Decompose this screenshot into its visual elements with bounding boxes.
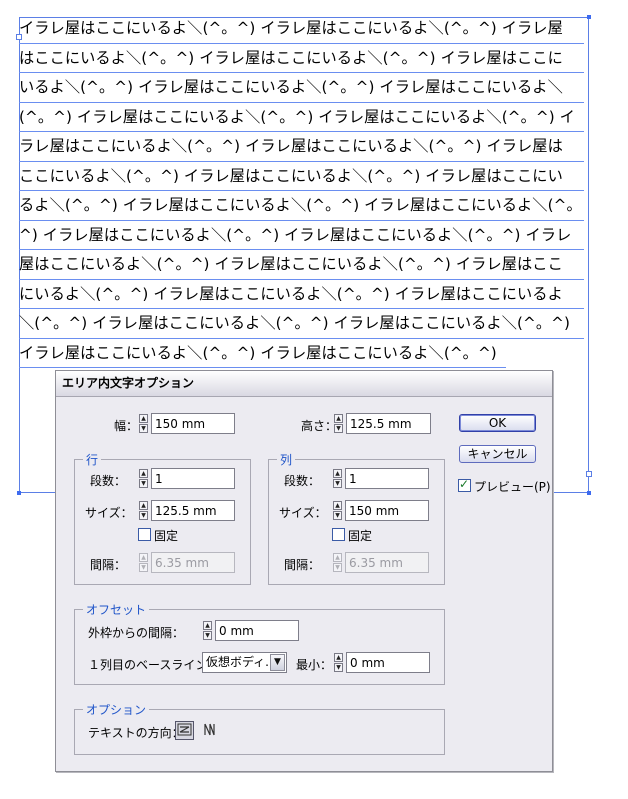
text-line: イラレ屋はここにいるよ＼(^。^) イラレ屋はここにいるよ＼(^。^) イラレ屋: [19, 14, 584, 44]
rows-gutter-label: 間隔：: [90, 558, 127, 572]
columns-gutter-input: [345, 552, 429, 573]
columns-count-stepper[interactable]: ▲ ▼: [333, 468, 429, 489]
rows-group-title: 行: [83, 451, 102, 468]
stepper-arrows[interactable]: ▲ ▼: [334, 653, 344, 672]
text-line: ラレ屋はここにいるよ＼(^。^) イラレ屋はここにいるよ＼(^。^) イラレ屋は: [19, 132, 584, 162]
width-input[interactable]: [151, 413, 235, 434]
columns-size-input[interactable]: [345, 500, 429, 521]
rows-count-label: 段数：: [90, 474, 127, 488]
text-direction-label: テキストの方向：: [88, 726, 184, 740]
columns-direction-icon[interactable]: [200, 721, 219, 740]
inset-spacing-input[interactable]: [215, 620, 299, 641]
columns-gutter-stepper: ▲ ▼: [333, 552, 429, 573]
columns-fixed-checkbox[interactable]: [332, 528, 345, 541]
frame-handle-bottom-left[interactable]: [17, 491, 21, 495]
stepper-arrows: ▲ ▼: [333, 553, 343, 572]
rows-size-stepper[interactable]: ▲ ▼: [139, 500, 235, 521]
columns-size-label: サイズ：: [279, 506, 327, 520]
rows-count-input[interactable]: [151, 468, 235, 489]
rows-direction-icon[interactable]: [175, 721, 194, 740]
stepper-arrows[interactable]: ▲ ▼: [203, 621, 213, 640]
width-stepper[interactable]: ▲ ▼: [139, 413, 235, 434]
inset-spacing-label: 外枠からの間隔：: [88, 626, 185, 640]
frame-handle-bottom-right[interactable]: [587, 491, 591, 495]
ok-button[interactable]: OK: [459, 414, 536, 432]
text-line: ^) イラレ屋はここにいるよ＼(^。^) イラレ屋はここにいるよ＼(^。^) イ…: [19, 221, 584, 250]
rows-fixed-checkbox[interactable]: [138, 528, 151, 541]
text-line: はここにいるよ＼(^。^) イラレ屋はここにいるよ＼(^。^) イラレ屋はここに: [19, 44, 584, 73]
stepper-arrows[interactable]: ▲ ▼: [333, 469, 343, 488]
rows-count-stepper[interactable]: ▲ ▼: [139, 468, 235, 489]
text-line: るよ＼(^。^) イラレ屋はここにいるよ＼(^。^) イラレ屋はここにいるよ＼(…: [19, 191, 584, 221]
height-stepper[interactable]: ▲ ▼: [334, 413, 431, 434]
first-baseline-label: １列目のベースライン：: [88, 658, 220, 672]
rows-gutter-input: [151, 552, 235, 573]
height-label: 高さ：: [301, 419, 338, 433]
stepper-arrows[interactable]: ▲ ▼: [333, 501, 343, 520]
text-line: (^。^) イラレ屋はここにいるよ＼(^。^) イラレ屋はここにいるよ＼(^。^…: [19, 103, 584, 132]
options-group-title: オプション: [83, 701, 150, 718]
stepper-arrows[interactable]: ▲ ▼: [139, 501, 149, 520]
preview-label[interactable]: プレビュー(P): [474, 478, 551, 495]
min-label: 最小：: [296, 658, 333, 672]
preview-checkbox[interactable]: [458, 477, 471, 492]
rows-gutter-stepper: ▲ ▼: [139, 552, 235, 573]
text-line: 屋はここにいるよ＼(^。^) イラレ屋はここにいるよ＼(^。^) イラレ屋はここ: [19, 250, 584, 280]
stepper-arrows[interactable]: ▲ ▼: [334, 414, 344, 433]
columns-size-stepper[interactable]: ▲ ▼: [333, 500, 429, 521]
columns-group-title: 列: [277, 451, 296, 468]
text-line: ＼(^。^) イラレ屋はここにいるよ＼(^。^) イラレ屋はここにいるよ＼(^。…: [19, 309, 584, 339]
stepper-arrows[interactable]: ▲ ▼: [139, 469, 149, 488]
columns-count-input[interactable]: [345, 468, 429, 489]
cancel-button[interactable]: キャンセル: [459, 445, 536, 463]
offset-group-title: オフセット: [83, 601, 150, 618]
dialog-title: エリア内文字オプション: [56, 371, 552, 397]
frame-handle-top-right[interactable]: [587, 15, 591, 19]
area-text-content[interactable]: イラレ屋はここにいるよ＼(^。^) イラレ屋はここにいるよ＼(^。^) イラレ屋…: [19, 14, 584, 368]
rows-size-label: サイズ：: [85, 506, 133, 520]
stepper-arrows: ▲ ▼: [139, 553, 149, 572]
min-input[interactable]: [346, 652, 430, 673]
width-label: 幅：: [114, 419, 139, 433]
area-type-options-dialog: エリア内文字オプション 幅： ▲▼ 高さ： ▲▼ OK キャンセル プレビュー(…: [55, 370, 553, 772]
rows-fixed-label[interactable]: 固定: [154, 527, 178, 544]
text-line: ここにいるよ＼(^。^) イラレ屋はここにいるよ＼(^。^) イラレ屋はここにい: [19, 162, 584, 191]
columns-count-label: 段数：: [284, 474, 321, 488]
text-line: いるよ＼(^。^) イラレ屋はここにいるよ＼(^。^) イラレ屋はここにいるよ＼: [19, 73, 584, 103]
frame-handle-middle-right[interactable]: [586, 471, 592, 477]
text-line: イラレ屋はここにいるよ＼(^。^) イラレ屋はここにいるよ＼(^。^): [19, 339, 506, 368]
columns-fixed-label[interactable]: 固定: [348, 527, 372, 544]
text-line: にいるよ＼(^。^) イラレ屋はここにいるよ＼(^。^) イラレ屋はここにいるよ: [19, 280, 584, 309]
min-stepper[interactable]: ▲ ▼: [334, 652, 430, 673]
inset-spacing-stepper[interactable]: ▲ ▼: [203, 620, 299, 641]
stepper-arrows[interactable]: ▲ ▼: [139, 414, 149, 433]
first-baseline-select[interactable]: 仮想ボディ... ▼: [202, 652, 287, 673]
columns-gutter-label: 間隔：: [284, 558, 321, 572]
first-baseline-value: 仮想ボディ...: [206, 655, 277, 669]
chevron-down-icon[interactable]: ▼: [270, 654, 285, 671]
height-input[interactable]: [346, 413, 431, 434]
rows-size-input[interactable]: [151, 500, 235, 521]
